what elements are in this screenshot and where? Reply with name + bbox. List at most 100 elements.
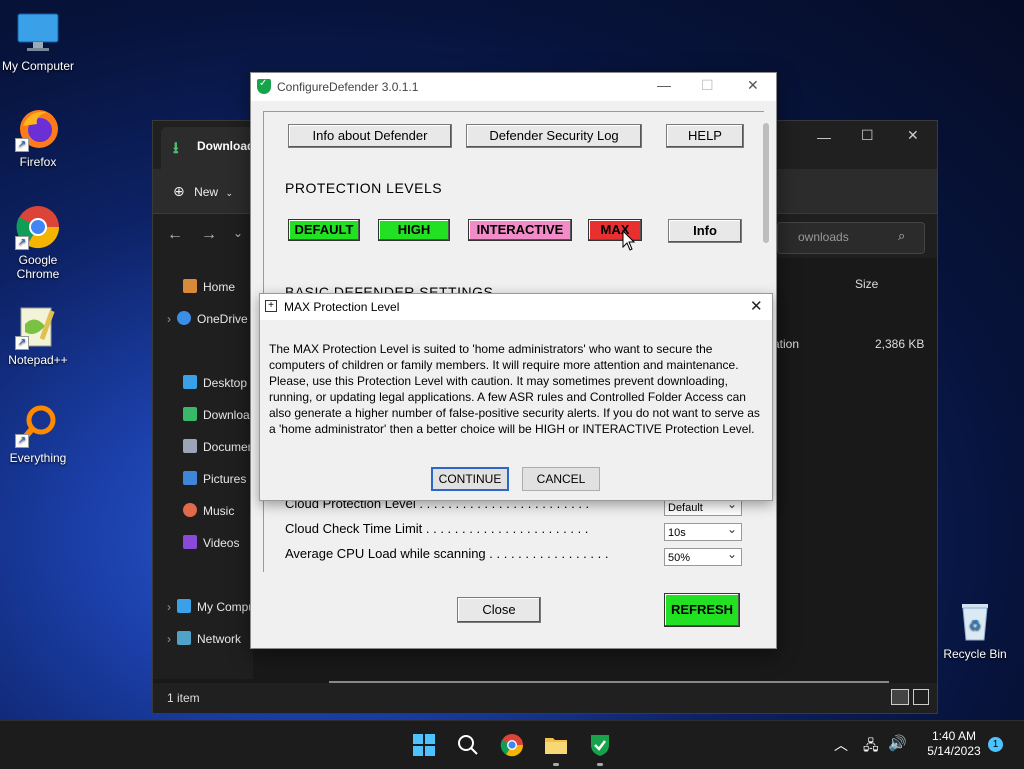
search-icon: ⌕ bbox=[898, 228, 906, 243]
level-high-button[interactable]: HIGH bbox=[378, 219, 450, 241]
new-button[interactable]: ⊕ New ⌄ bbox=[173, 183, 233, 200]
sidebar-item-videos[interactable]: Videos bbox=[183, 535, 239, 555]
desktop-icon-label: My Computer bbox=[1, 59, 75, 73]
notepad-icon: ↗ bbox=[15, 304, 61, 350]
network-tray-icon[interactable]: 🖧 bbox=[863, 735, 879, 759]
desktop-icon-everything[interactable]: ↗ Everything bbox=[0, 402, 76, 465]
explorer-tab-title: Download bbox=[197, 139, 255, 153]
recent-chevron-icon[interactable]: ⌄ bbox=[233, 226, 243, 240]
taskbar: ︿ 🖧 🔊 1:40 AM 5/14/2023 1 bbox=[0, 720, 1024, 769]
desktop-icon-firefox[interactable]: ↗ Firefox bbox=[0, 106, 76, 169]
average-cpu-load-select[interactable]: 50% bbox=[664, 545, 742, 566]
details-view-icon[interactable] bbox=[891, 689, 909, 705]
tray-chevron-up-icon[interactable]: ︿ bbox=[834, 735, 848, 755]
cancel-button[interactable]: CANCEL bbox=[522, 467, 600, 491]
taskbar-search-icon[interactable] bbox=[456, 733, 480, 757]
explorer-close-icon[interactable]: ✕ bbox=[907, 127, 919, 144]
status-item-count: 1 item bbox=[167, 691, 200, 705]
explorer-sidebar: Home › OneDrive Desktop Downloads Documen… bbox=[153, 257, 269, 679]
panel-scrollbar-thumb[interactable] bbox=[763, 123, 769, 243]
firefox-icon: ↗ bbox=[15, 106, 61, 152]
chevron-right-icon: › bbox=[167, 632, 171, 646]
desktop-icon-chrome[interactable]: ↗ Google Chrome bbox=[0, 204, 76, 281]
column-size-header[interactable]: Size bbox=[855, 277, 878, 291]
shortcut-arrow-icon: ↗ bbox=[15, 138, 29, 152]
shortcut-arrow-icon: ↗ bbox=[15, 336, 29, 350]
desktop-icon-recycle-bin[interactable]: ♻ Recycle Bin bbox=[937, 598, 1013, 661]
max-protection-dialog[interactable]: + MAX Protection Level ✕ The MAX Protect… bbox=[259, 293, 773, 501]
shield-icon bbox=[257, 78, 271, 94]
sidebar-item-onedrive[interactable]: › OneDrive bbox=[167, 311, 248, 331]
dialog-title-bar: + MAX Protection Level ✕ bbox=[260, 294, 772, 320]
cloud-check-time-limit-select[interactable]: 10s bbox=[664, 520, 742, 541]
help-button[interactable]: HELP bbox=[666, 124, 744, 148]
refresh-button[interactable]: REFRESH bbox=[664, 593, 740, 627]
sidebar-item-desktop[interactable]: Desktop bbox=[183, 375, 247, 395]
recycle-bin-icon: ♻ bbox=[952, 598, 998, 644]
maximize-icon[interactable]: ☐ bbox=[701, 77, 714, 94]
monitor-icon bbox=[177, 599, 191, 613]
taskbar-file-explorer-icon[interactable] bbox=[544, 733, 568, 757]
desktop-icon-label: Recycle Bin bbox=[943, 647, 1007, 661]
mouse-cursor-icon bbox=[622, 230, 636, 251]
svg-text:♻: ♻ bbox=[969, 617, 982, 633]
video-icon bbox=[183, 535, 197, 549]
defender-security-log-button[interactable]: Defender Security Log bbox=[466, 124, 642, 148]
notification-badge[interactable]: 1 bbox=[988, 737, 1003, 752]
monitor-icon bbox=[15, 10, 61, 56]
file-row[interactable]: ation 2,386 KB bbox=[773, 335, 933, 355]
defender-title-bar: ConfigureDefender 3.0.1.1 — ☐ ✕ bbox=[251, 73, 776, 101]
dialog-message: The MAX Protection Level is suited to 'h… bbox=[269, 342, 760, 436]
desktop-icon-label: Everything bbox=[9, 451, 67, 465]
sidebar-item-music[interactable]: Music bbox=[183, 503, 234, 523]
document-icon bbox=[183, 439, 197, 453]
info-about-defender-button[interactable]: Info about Defender bbox=[288, 124, 452, 148]
sidebar-item-home[interactable]: Home bbox=[183, 279, 235, 299]
search-magnifier-icon: ↗ bbox=[15, 402, 61, 448]
volume-tray-icon[interactable]: 🔊 bbox=[888, 734, 907, 752]
desktop-icon-label: Google Chrome bbox=[16, 253, 60, 281]
minimize-icon[interactable]: — bbox=[657, 77, 671, 93]
forward-arrow-icon[interactable]: → bbox=[201, 226, 217, 244]
desktop-icon-notepadpp[interactable]: ↗ Notepad++ bbox=[0, 304, 76, 367]
pictures-icon bbox=[183, 471, 197, 485]
start-windows-icon[interactable] bbox=[412, 733, 436, 757]
plus-circle-icon: ⊕ bbox=[173, 183, 185, 199]
desktop-icon bbox=[183, 375, 197, 389]
window-title: ConfigureDefender 3.0.1.1 bbox=[277, 80, 419, 94]
desktop-icon-label: Firefox bbox=[19, 155, 57, 169]
network-icon bbox=[177, 631, 191, 645]
desktop-icon-my-computer[interactable]: My Computer bbox=[0, 10, 76, 73]
search-input[interactable]: ownloads ⌕ bbox=[777, 222, 925, 254]
back-arrow-icon[interactable]: ← bbox=[167, 226, 183, 244]
shortcut-arrow-icon: ↗ bbox=[15, 434, 29, 448]
chevron-right-icon: › bbox=[167, 312, 171, 326]
explorer-minimize-icon[interactable]: — bbox=[817, 129, 831, 145]
level-default-button[interactable]: DEFAULT bbox=[288, 219, 360, 241]
close-button[interactable]: Close bbox=[457, 597, 541, 623]
level-interactive-button[interactable]: INTERACTIVE bbox=[468, 219, 572, 241]
dialog-title: MAX Protection Level bbox=[284, 300, 400, 314]
download-arrow-icon: ⭳ bbox=[173, 140, 179, 157]
tiles-view-icon[interactable] bbox=[913, 689, 929, 705]
music-icon bbox=[183, 503, 197, 517]
clock[interactable]: 1:40 AM 5/14/2023 bbox=[916, 729, 992, 759]
cloud-check-time-limit-label: Cloud Check Time Limit . . . . . . . . .… bbox=[285, 521, 589, 536]
dialog-close-icon[interactable]: ✕ bbox=[750, 297, 763, 315]
defender-running-indicator bbox=[597, 763, 603, 766]
explorer-maximize-icon[interactable]: ☐ bbox=[861, 127, 874, 144]
chevron-right-icon: › bbox=[167, 600, 171, 614]
taskbar-chrome-icon[interactable] bbox=[500, 733, 524, 757]
horizontal-scrollbar[interactable] bbox=[329, 681, 889, 683]
taskbar-defender-shield-icon[interactable] bbox=[588, 733, 612, 757]
chevron-down-icon: ⌄ bbox=[225, 188, 233, 198]
close-icon[interactable]: ✕ bbox=[747, 77, 759, 94]
cloud-icon bbox=[177, 311, 191, 325]
desktop-icon-label: Notepad++ bbox=[8, 353, 68, 367]
continue-button[interactable]: CONTINUE bbox=[431, 467, 509, 491]
sidebar-item-network[interactable]: › Network bbox=[167, 631, 241, 651]
average-cpu-load-label: Average CPU Load while scanning . . . . … bbox=[285, 546, 609, 561]
level-info-button[interactable]: Info bbox=[668, 219, 742, 243]
clock-date: 5/14/2023 bbox=[927, 744, 981, 758]
sidebar-item-pictures[interactable]: Pictures bbox=[183, 471, 246, 491]
